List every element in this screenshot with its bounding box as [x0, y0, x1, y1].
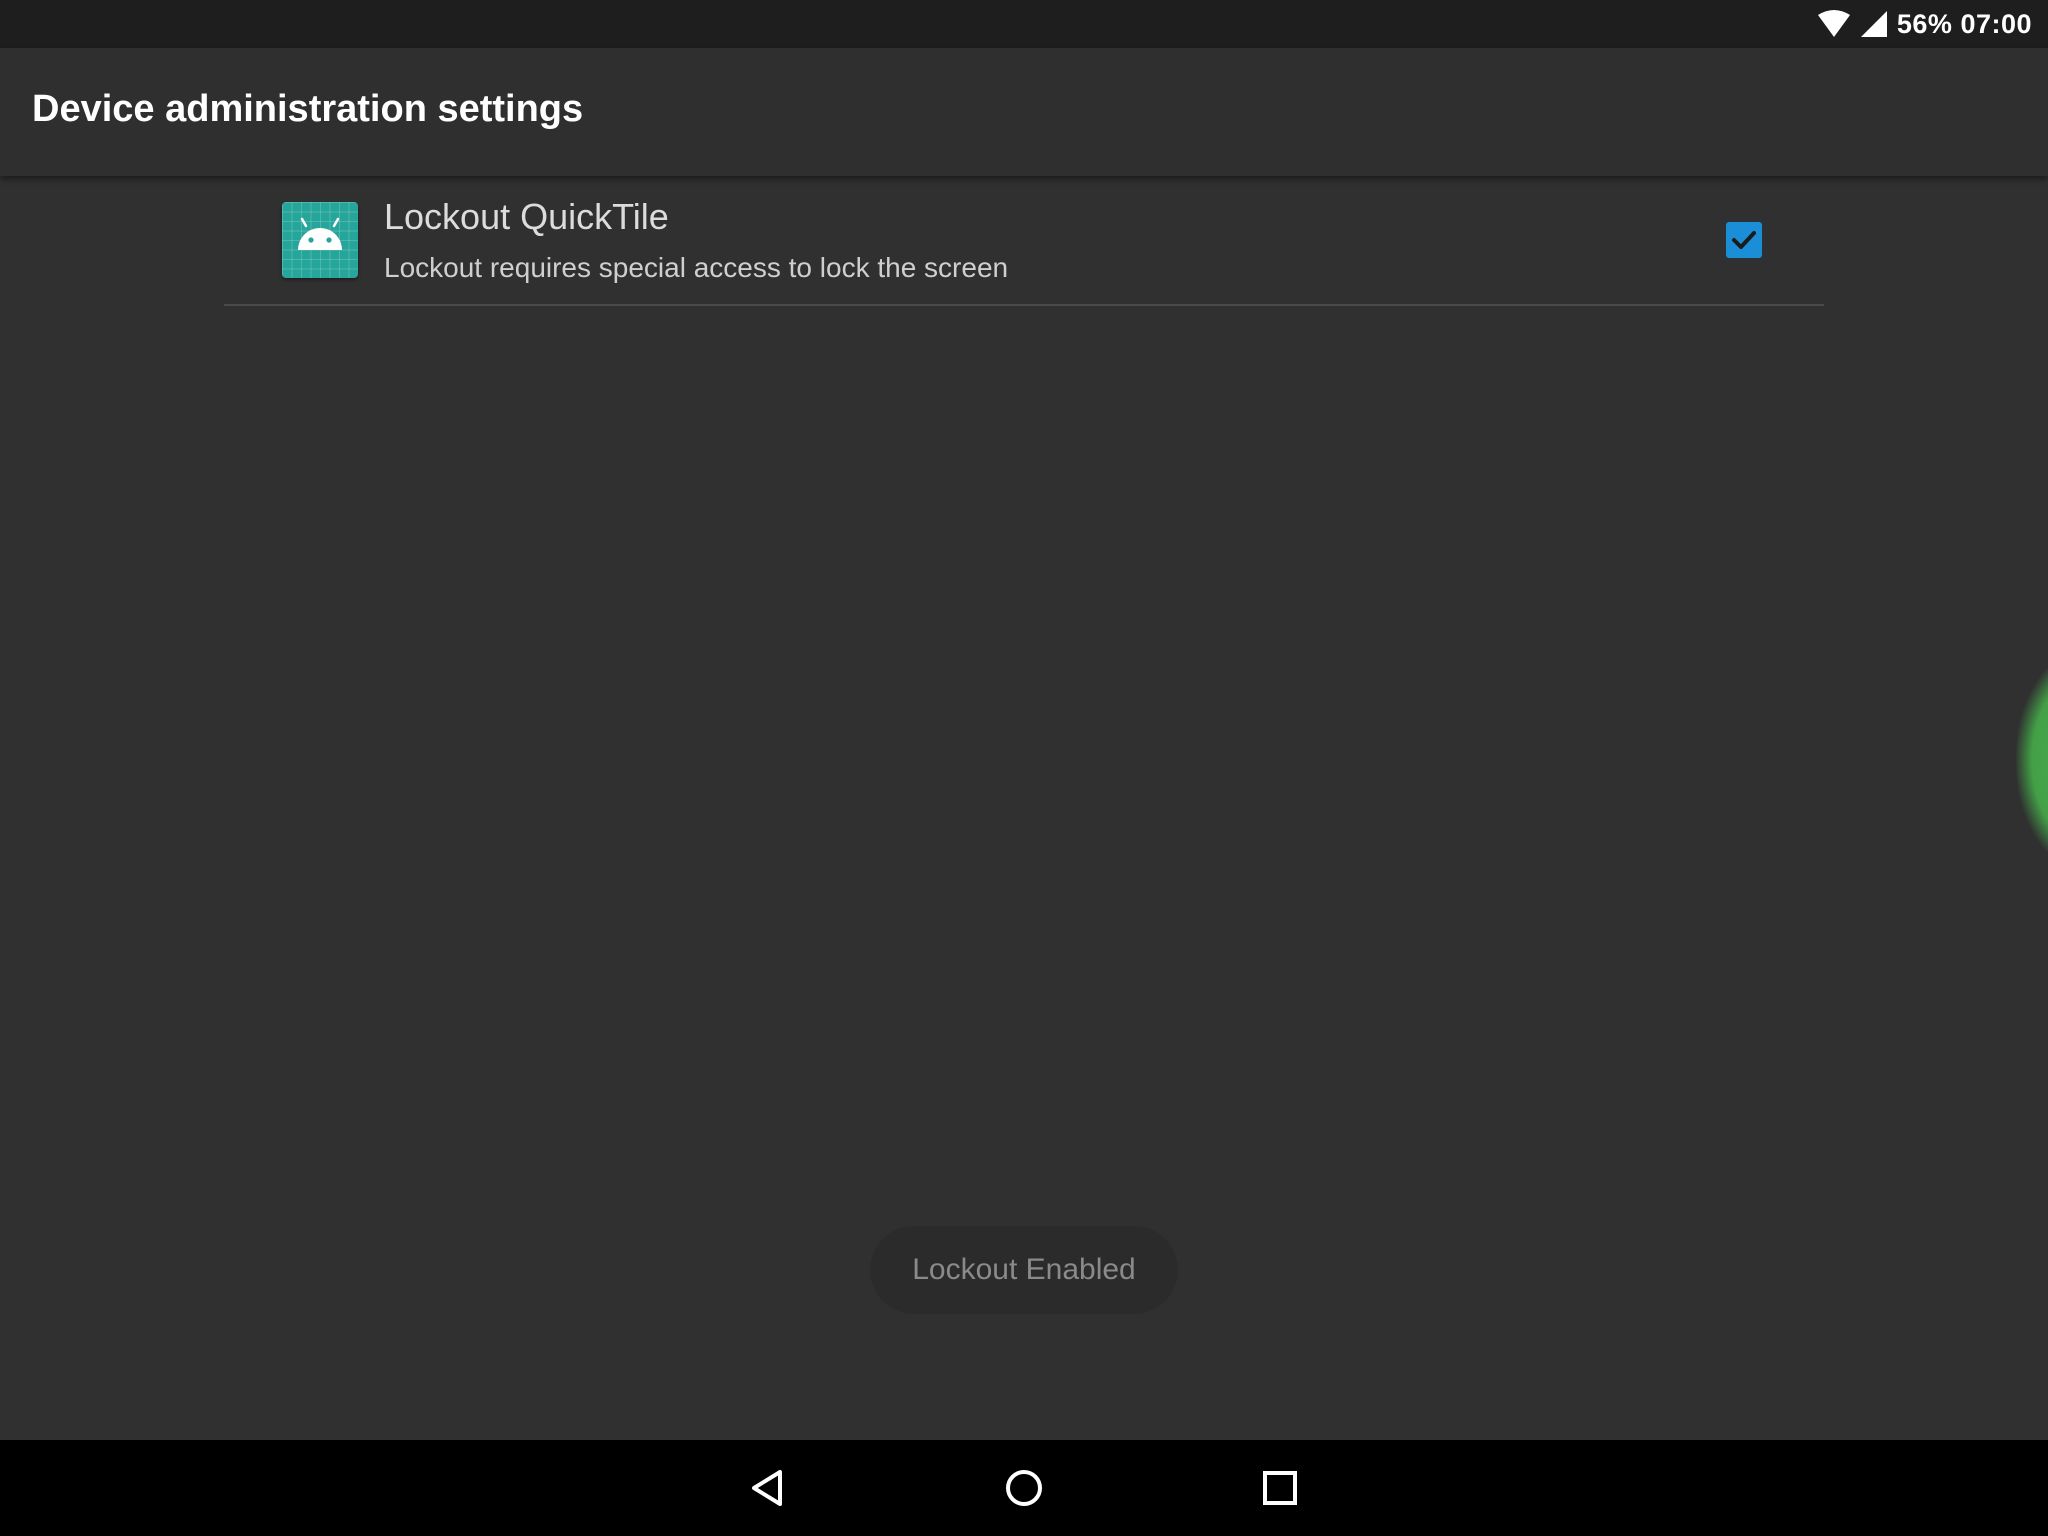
screen: 56% 07:00 Device administration settings…	[0, 0, 2048, 1536]
toast-text: Lockout Enabled	[912, 1253, 1136, 1286]
enable-checkbox[interactable]	[1726, 222, 1762, 258]
device-admin-item[interactable]: Lockout QuickTile Lockout requires speci…	[224, 176, 1824, 306]
status-bar: 56% 07:00	[0, 0, 2048, 48]
back-icon	[752, 1470, 782, 1506]
recents-icon	[1263, 1471, 1297, 1505]
home-icon	[1006, 1470, 1042, 1506]
navigation-bar	[0, 1440, 2048, 1536]
item-title: Lockout QuickTile	[384, 196, 669, 237]
wifi-icon	[1817, 9, 1851, 39]
toast: Lockout Enabled	[870, 1226, 1178, 1314]
app-bar: Device administration settings	[0, 48, 2048, 176]
android-app-icon	[282, 202, 358, 278]
home-button[interactable]	[994, 1458, 1054, 1518]
page-title: Device administration settings	[32, 88, 584, 130]
clock: 07:00	[1960, 8, 2032, 39]
checkmark-icon	[1732, 231, 1756, 249]
battery-percent: 56%	[1896, 8, 1953, 39]
edge-glow	[2016, 650, 2048, 870]
item-subtitle: Lockout requires special access to lock …	[384, 252, 1009, 283]
status-indicators: 56% 07:00	[1817, 0, 2032, 48]
recents-button[interactable]	[1250, 1458, 1310, 1518]
back-button[interactable]	[738, 1458, 798, 1518]
cell-signal-icon	[1859, 9, 1889, 39]
